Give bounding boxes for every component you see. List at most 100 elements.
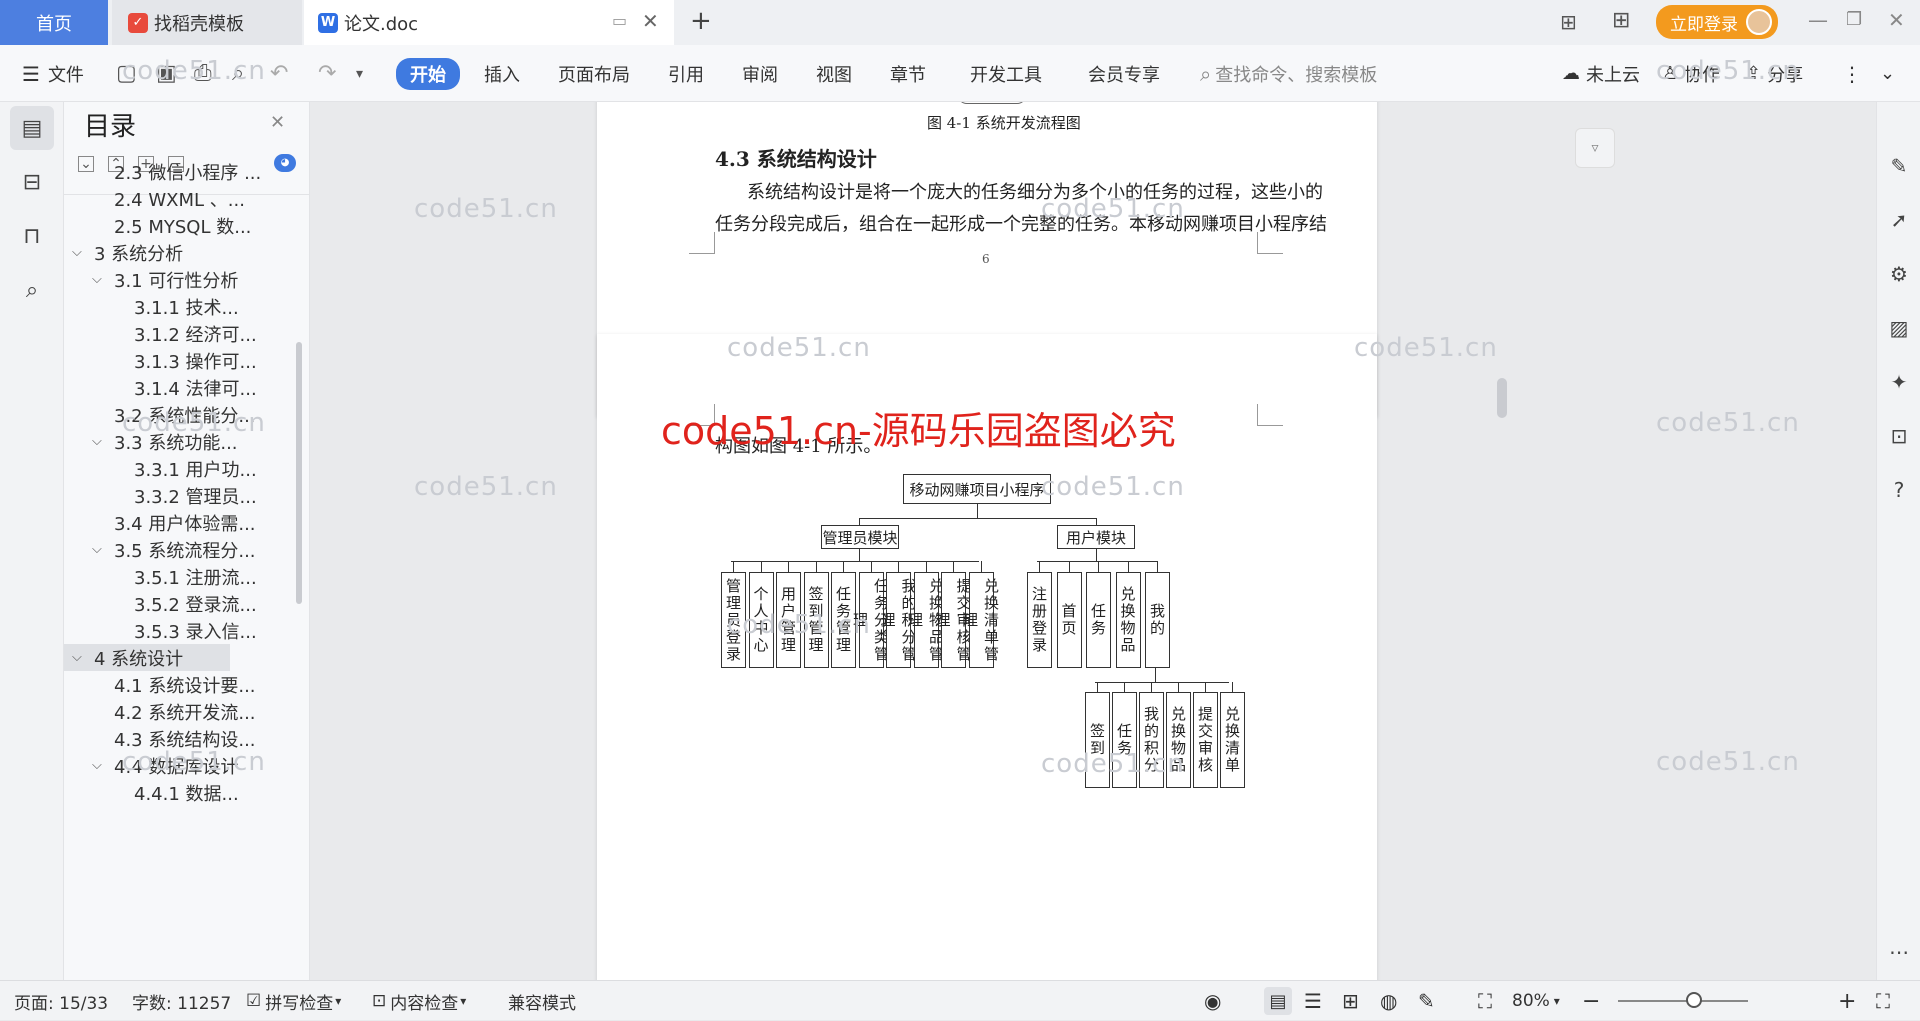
eye-protect-icon[interactable]: ◉ (1204, 981, 1221, 1021)
toc-item-label: 3.3.1 用户功... (134, 459, 257, 481)
menu-section[interactable]: 章节 (890, 45, 926, 102)
print-preview-icon[interactable]: ⌕ (232, 45, 244, 102)
toc-panel: 目录 ✕ ⌄ ⌃ + − ◕ 2.3 微信小程序 ... 2.4 WXML 、..… (64, 102, 310, 980)
export-icon[interactable]: ▣ (156, 45, 177, 102)
quick-access-dropdown-icon[interactable]: ▾ (356, 45, 363, 102)
content-check-icon: ⊡ (372, 991, 387, 1011)
zoom-out-icon[interactable]: − (1582, 981, 1600, 1021)
tab-document[interactable]: W 论文.doc ▭ ✕ (304, 0, 674, 45)
tab-templates[interactable]: ✓ 找稻壳模板 (112, 0, 302, 45)
user-item-box: 我的 (1145, 572, 1170, 668)
toc-item-label: 3.4 用户体验需... (114, 513, 256, 535)
chevron-down-icon[interactable]: ⌵ (92, 434, 114, 449)
toc-item-label: 4 系统设计 (94, 648, 184, 670)
save-icon[interactable]: ▢ (116, 45, 137, 102)
login-button[interactable]: 立即登录 (1656, 5, 1778, 39)
share-button[interactable]: ⇪ 分享 (1746, 45, 1803, 102)
zoom-slider-thumb[interactable] (1686, 992, 1702, 1008)
page-indicator[interactable]: 页面: 15/33 (14, 981, 108, 1021)
collapse-ribbon-icon[interactable]: ⌄ (1880, 45, 1895, 102)
select-cursor-icon[interactable]: ➚ (1887, 208, 1911, 232)
read-mode-icon[interactable]: ⊞ (1342, 981, 1359, 1021)
menu-start[interactable]: 开始 (396, 45, 460, 102)
filter-icon[interactable]: ▿ (1575, 128, 1615, 168)
collab-icon: ♙ (1662, 63, 1679, 84)
float-window-icon[interactable]: ▭ (612, 11, 627, 30)
chevron-down-icon[interactable]: ⌵ (92, 272, 114, 287)
user-item-box: 兑换物品 (1115, 572, 1141, 668)
toc-scrollbar[interactable] (296, 342, 302, 604)
word-count[interactable]: 字数: 11257 (132, 981, 231, 1021)
menu-view[interactable]: 视图 (816, 45, 852, 102)
write-mode-icon[interactable]: ✎ (1418, 981, 1435, 1021)
zoom-in-icon[interactable]: + (1838, 981, 1856, 1021)
close-window-icon[interactable]: ✕ (1888, 8, 1905, 32)
collab-button[interactable]: ♙ 协作 (1662, 45, 1720, 102)
ai-icon[interactable]: ✦ (1887, 370, 1911, 394)
settings-sliders-icon[interactable]: ⚙ (1887, 262, 1911, 286)
connector-line (1039, 561, 1041, 572)
content-check-label: 内容检查 (390, 993, 459, 1014)
menu-page-layout[interactable]: 页面布局 (558, 45, 630, 102)
web-view-icon[interactable]: ◍ (1380, 981, 1397, 1021)
toc-panel-icon[interactable]: ▤ (10, 106, 54, 150)
compat-mode: 兼容模式 (508, 993, 576, 1014)
toc-item-label: 2.5 MYSQL 数... (114, 216, 252, 238)
zoom-select[interactable]: 80% ▾ (1512, 981, 1560, 1021)
chevron-down-icon[interactable]: ⌵ (72, 650, 94, 665)
diagram-root: 移动网赚项目小程序 (903, 474, 1051, 504)
menu-member[interactable]: 会员专享 (1088, 45, 1160, 102)
reading-icon[interactable]: ⊡ (1887, 424, 1911, 448)
chevron-down-icon: ▾ (460, 994, 467, 1008)
outline-view-icon[interactable]: ☰ (1304, 981, 1322, 1021)
tab-home[interactable]: 首页 (0, 0, 108, 45)
toc-item[interactable]: ⌵ 4 系统设计 (64, 644, 230, 671)
help-icon[interactable]: ? (1887, 478, 1911, 502)
pen-icon[interactable]: ✎ (1887, 154, 1911, 178)
toc-item-label: 2.3 微信小程序 ... (114, 162, 262, 184)
toc-item-label: 3.5.3 录入信... (134, 621, 257, 643)
content-check-button[interactable]: ⊡ 内容检查 ▾ (372, 981, 466, 1021)
file-menu[interactable]: ☰ 文件 (22, 45, 84, 102)
user-item-box: 注册登录 (1027, 572, 1052, 668)
connector-line (925, 561, 927, 572)
fullscreen-icon[interactable]: ⛶ (1876, 981, 1890, 1021)
find-icon[interactable]: ⌕ (10, 268, 54, 312)
menu-developer[interactable]: 开发工具 (970, 45, 1042, 102)
bookmark-icon[interactable]: ⊓ (10, 214, 54, 258)
nav-pane-icon[interactable]: ⊟ (10, 160, 54, 204)
print-icon[interactable]: ⎙ (194, 45, 212, 102)
minimize-icon[interactable]: — (1808, 8, 1828, 32)
maximize-icon[interactable]: ❐ (1846, 9, 1862, 30)
doc-scrollbar[interactable] (1497, 108, 1507, 968)
image-edit-icon[interactable]: ▨ (1887, 316, 1911, 340)
toc-item-label: 3 系统分析 (94, 243, 184, 265)
menu-references[interactable]: 引用 (668, 45, 704, 102)
close-tab-icon[interactable]: ✕ (642, 9, 659, 33)
page-view-icon[interactable]: ▤ (1264, 987, 1292, 1015)
chevron-down-icon[interactable]: ⌵ (72, 245, 94, 260)
spell-check-button[interactable]: ☑ 拼写检查 ▾ (246, 981, 341, 1021)
chevron-down-icon[interactable]: ⌵ (92, 758, 114, 773)
zoom-slider[interactable] (1618, 1000, 1748, 1002)
watermark: code51.cn (414, 472, 558, 502)
ribbon: ☰ 文件 ▢ ▣ ⎙ ⌕ ↶ ↷ ▾ 开始 插入 页面布局 引用 审阅 视图 章… (0, 45, 1920, 102)
undo-icon[interactable]: ↶ (270, 45, 288, 102)
chevron-down-icon[interactable]: ⌵ (92, 542, 114, 557)
redo-icon[interactable]: ↷ (318, 45, 336, 102)
tab-home-label: 首页 (36, 13, 72, 35)
menu-review[interactable]: 审阅 (742, 45, 778, 102)
layout-icon[interactable]: ⊞ (1560, 10, 1577, 34)
doc-scrollbar-thumb[interactable] (1497, 378, 1507, 418)
apps-grid-icon[interactable]: ⊞ (1612, 8, 1630, 33)
watermark: code51.cn (414, 194, 558, 224)
connector-line (1232, 682, 1234, 692)
cloud-status[interactable]: ☁ 未上云 (1562, 45, 1640, 102)
menu-insert[interactable]: 插入 (484, 45, 520, 102)
more-icon[interactable]: ⋮ (1842, 45, 1862, 102)
paragraph-line: 系统结构设计是将一个庞大的任务细分为多个小的任务的过程，这些小的 (747, 182, 1323, 203)
fit-page-icon[interactable]: ⛶ (1478, 981, 1492, 1021)
new-tab-icon[interactable]: + (690, 6, 712, 36)
more-tools-icon[interactable]: ⋯ (1887, 940, 1911, 964)
command-search[interactable]: ⌕ 查找命令、搜索模板 (1200, 45, 1377, 102)
